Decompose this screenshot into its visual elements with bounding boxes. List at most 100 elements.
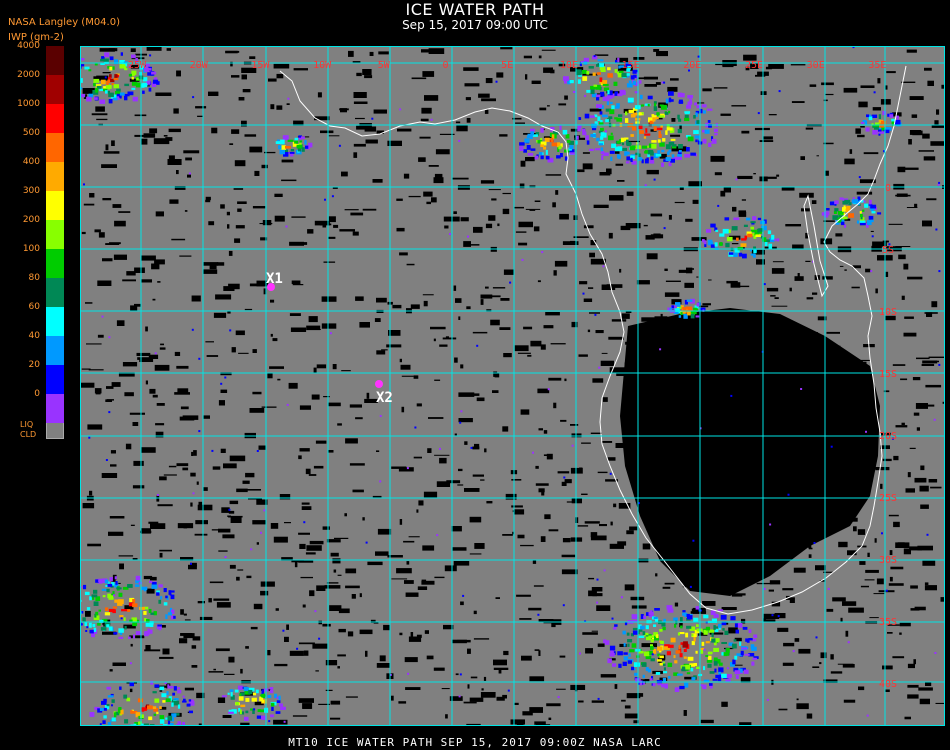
ice-pixel bbox=[142, 90, 145, 94]
ice-speck bbox=[815, 636, 818, 639]
clear-gap bbox=[732, 206, 737, 212]
clear-gap bbox=[228, 250, 233, 256]
ice-pixel bbox=[686, 625, 692, 629]
clear-gap bbox=[208, 91, 219, 96]
clear-gap bbox=[769, 580, 781, 585]
clear-gap bbox=[561, 569, 578, 575]
ice-speck bbox=[407, 672, 410, 675]
clear-gap bbox=[609, 195, 624, 201]
ice-pixel bbox=[632, 126, 637, 131]
clear-gap bbox=[749, 367, 765, 369]
clear-gap bbox=[550, 69, 555, 74]
ice-pixel bbox=[145, 63, 150, 67]
clear-gap bbox=[229, 455, 246, 462]
clear-gap bbox=[85, 611, 91, 617]
ice-pixel bbox=[690, 313, 695, 319]
clear-gap bbox=[456, 125, 468, 132]
clear-gap bbox=[615, 163, 624, 166]
clear-gap bbox=[779, 434, 790, 436]
clear-gap bbox=[149, 128, 158, 134]
clear-gap bbox=[241, 74, 247, 80]
ice-pixel bbox=[519, 142, 525, 146]
ice-speck bbox=[537, 613, 540, 616]
clear-gap bbox=[80, 382, 95, 388]
clear-gap bbox=[223, 463, 237, 469]
ice-pixel bbox=[619, 89, 626, 94]
clear-gap bbox=[772, 261, 784, 263]
latitude-label: 40S bbox=[879, 679, 897, 690]
ice-speck bbox=[507, 689, 510, 692]
ice-pixel bbox=[655, 153, 662, 157]
ice-speck bbox=[338, 144, 341, 147]
clear-gap bbox=[353, 152, 358, 158]
legend-swatch bbox=[46, 162, 64, 191]
clear-gap bbox=[229, 500, 239, 505]
clear-gap bbox=[349, 404, 362, 408]
ice-pixel bbox=[152, 691, 157, 694]
ice-pixel bbox=[545, 149, 548, 155]
ice-pixel bbox=[600, 127, 604, 131]
ice-pixel bbox=[751, 646, 757, 651]
clear-gap bbox=[766, 471, 781, 474]
ice-pixel bbox=[576, 70, 582, 76]
ice-speck bbox=[459, 421, 462, 424]
clear-gap bbox=[723, 571, 737, 574]
ice-speck bbox=[211, 449, 214, 452]
ice-pixel bbox=[618, 70, 624, 73]
ice-pixel bbox=[720, 614, 727, 620]
clear-gap bbox=[848, 462, 854, 468]
legend-label: 80 bbox=[28, 273, 40, 283]
ice-pixel bbox=[703, 629, 708, 635]
ice-pixel bbox=[744, 235, 748, 240]
ice-pixel bbox=[550, 137, 554, 143]
clear-gap bbox=[159, 347, 166, 350]
clear-gap bbox=[783, 642, 795, 647]
clear-gap bbox=[302, 703, 313, 709]
ice-pixel bbox=[112, 609, 116, 614]
clear-gap bbox=[547, 105, 550, 107]
ice-speck bbox=[557, 696, 560, 699]
ice-pixel bbox=[89, 712, 95, 717]
clear-gap bbox=[923, 156, 936, 161]
clear-gap bbox=[914, 477, 927, 483]
clear-gap bbox=[721, 607, 737, 610]
ice-speck bbox=[935, 228, 938, 231]
clear-gap bbox=[893, 521, 900, 528]
clear-gap bbox=[146, 588, 155, 594]
ice-pixel bbox=[270, 714, 274, 718]
clear-gap bbox=[899, 632, 902, 635]
clear-gap bbox=[250, 626, 258, 630]
clear-gap bbox=[671, 118, 676, 122]
clear-gap bbox=[244, 308, 253, 311]
clear-gap bbox=[825, 93, 834, 96]
clear-gap bbox=[589, 312, 600, 314]
clear-gap bbox=[362, 69, 372, 75]
clear-gap bbox=[491, 198, 497, 201]
clear-gap bbox=[858, 686, 865, 691]
ice-pixel bbox=[165, 595, 168, 599]
latitude-label: 30S bbox=[879, 555, 897, 566]
ice-pixel bbox=[107, 695, 114, 698]
clear-gap bbox=[702, 601, 716, 606]
clear-gap bbox=[382, 529, 385, 534]
ice-pixel bbox=[626, 632, 630, 636]
ice-pixel bbox=[755, 234, 761, 237]
clear-gap bbox=[759, 176, 768, 182]
clear-gap bbox=[144, 649, 161, 652]
clear-gap bbox=[398, 467, 414, 472]
clear-gap bbox=[713, 87, 728, 89]
clear-gap bbox=[140, 138, 148, 145]
ice-speck bbox=[663, 227, 666, 230]
clear-gap bbox=[708, 279, 712, 281]
clear-gap bbox=[895, 194, 911, 197]
ice-pixel bbox=[757, 217, 762, 221]
ice-pixel bbox=[646, 157, 649, 161]
clear-gap bbox=[424, 95, 439, 101]
ice-pixel bbox=[141, 707, 145, 712]
ice-pixel bbox=[129, 619, 133, 622]
clear-gap bbox=[801, 476, 804, 482]
clear-gap bbox=[885, 271, 889, 277]
clear-gap bbox=[910, 585, 918, 589]
ice-pixel bbox=[652, 117, 656, 122]
clear-gap bbox=[403, 540, 415, 543]
